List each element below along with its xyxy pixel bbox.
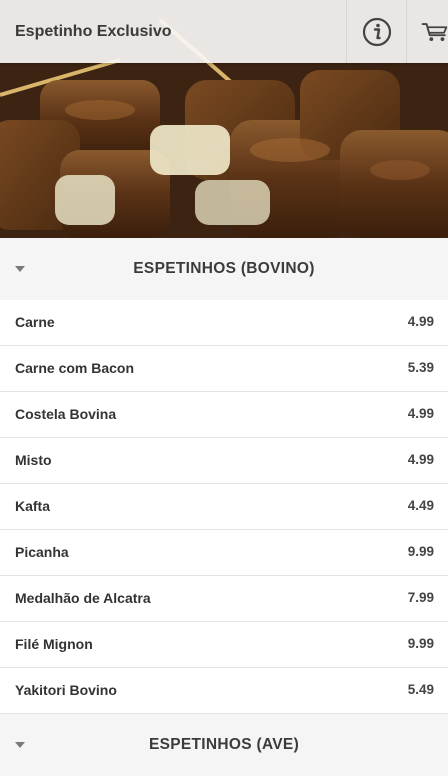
section-header-ave[interactable]: ESPETINHOS (AVE) bbox=[0, 714, 448, 776]
menu-item[interactable]: Medalhão de Alcatra 7.99 bbox=[0, 576, 448, 622]
menu-item[interactable]: Carne com Bacon 5.39 bbox=[0, 346, 448, 392]
item-price: 4.99 bbox=[407, 452, 434, 467]
item-price: 7.99 bbox=[407, 590, 434, 605]
item-price: 9.99 bbox=[407, 636, 434, 651]
caret-down-icon bbox=[15, 266, 25, 272]
item-name: Kafta bbox=[15, 498, 51, 514]
item-name: Misto bbox=[15, 452, 52, 468]
item-price: 9.99 bbox=[407, 544, 434, 559]
section-title: ESPETINHOS (AVE) bbox=[148, 736, 300, 753]
item-price: 4.99 bbox=[407, 406, 434, 421]
menu-item[interactable]: Costela Bovina 4.99 bbox=[0, 392, 448, 438]
menu-item[interactable]: Kafta 4.49 bbox=[0, 484, 448, 530]
item-price: 5.39 bbox=[407, 360, 434, 375]
menu-item[interactable]: Yakitori Bovino 5.49 bbox=[0, 668, 448, 714]
menu-item[interactable]: Carne 4.99 bbox=[0, 300, 448, 346]
info-icon bbox=[362, 17, 392, 46]
item-name: Carne com Bacon bbox=[15, 360, 135, 376]
app-header: Espetinho Exclusivo bbox=[0, 0, 448, 63]
cart-button[interactable] bbox=[406, 0, 448, 63]
section-header-bovino[interactable]: ESPETINHOS (BOVINO) bbox=[0, 238, 448, 300]
caret-down-icon bbox=[15, 742, 25, 748]
item-name: Filé Mignon bbox=[15, 636, 93, 652]
item-price: 5.49 bbox=[407, 682, 434, 697]
app-title: Espetinho Exclusivo bbox=[15, 23, 172, 40]
item-price: 4.99 bbox=[407, 314, 434, 329]
item-name: Medalhão de Alcatra bbox=[15, 590, 151, 606]
item-name: Costela Bovina bbox=[15, 406, 117, 422]
item-name: Picanha bbox=[15, 544, 69, 560]
menu-item[interactable]: Misto 4.99 bbox=[0, 438, 448, 484]
section-title: ESPETINHOS (BOVINO) bbox=[133, 260, 315, 277]
menu-item[interactable]: Filé Mignon 9.99 bbox=[0, 622, 448, 668]
info-button[interactable] bbox=[346, 0, 407, 63]
item-name: Yakitori Bovino bbox=[15, 682, 117, 698]
item-price: 4.49 bbox=[407, 498, 434, 513]
cart-icon bbox=[421, 22, 448, 41]
item-name: Carne bbox=[15, 314, 55, 330]
menu-item[interactable]: Picanha 9.99 bbox=[0, 530, 448, 576]
